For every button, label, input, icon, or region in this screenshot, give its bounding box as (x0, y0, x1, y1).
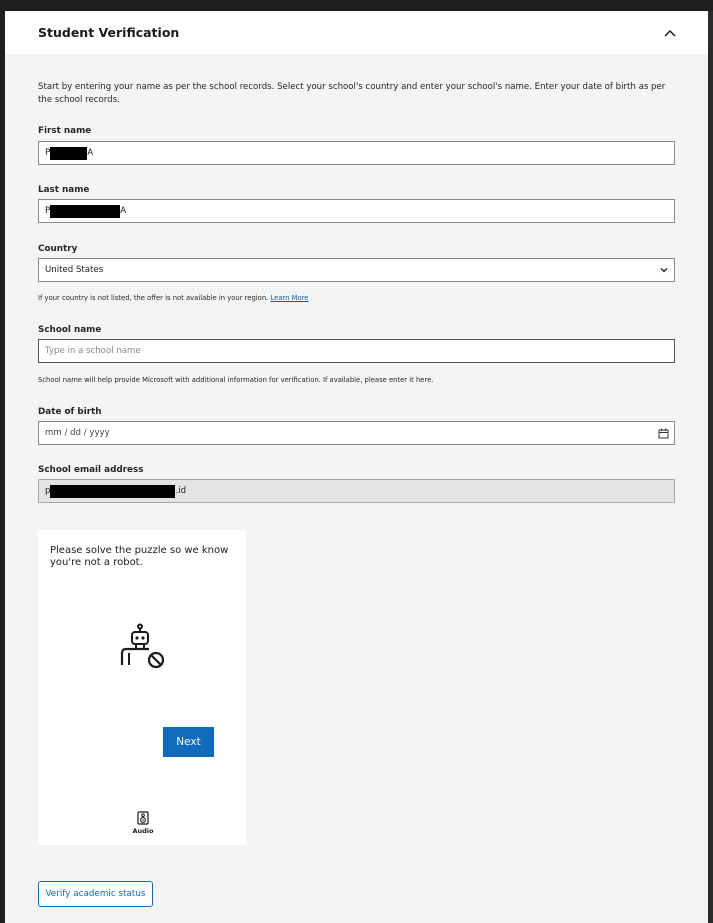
school-name-label: School name (38, 325, 102, 335)
country-label: Country (38, 244, 78, 254)
captcha-prompt: Please solve the puzzle so we know you'r… (50, 545, 229, 568)
last-name-value: PA (45, 204, 127, 218)
school-email-label: School email address (38, 465, 144, 475)
next-button[interactable]: Next (163, 727, 214, 757)
panel-header: Student Verification (5, 11, 708, 54)
dob-input[interactable]: mm / dd / yyyy (38, 421, 675, 445)
redaction-bar (50, 484, 176, 498)
calendar-icon[interactable] (658, 428, 669, 439)
captcha-panel: Please solve the puzzle so we know you'r… (38, 530, 246, 845)
last-name-field[interactable]: PA (38, 199, 675, 223)
audio-label: Audio (132, 827, 154, 835)
first-name-label: First name (38, 126, 92, 136)
window-edge (708, 11, 713, 923)
chevron-up-icon (664, 29, 676, 37)
dob-label: Date of birth (38, 407, 102, 417)
first-name-value: PA (45, 146, 94, 160)
school-email-field: p .id (38, 479, 675, 503)
country-selected-value: United States (45, 265, 104, 275)
intro-text: Start by entering your name as per the s… (38, 82, 666, 105)
redaction-bar (50, 146, 88, 160)
learn-more-link[interactable]: Learn More (270, 294, 308, 302)
audio-speaker-icon (137, 811, 149, 825)
collapse-button[interactable] (658, 23, 682, 43)
first-name-field[interactable]: PA (38, 141, 675, 165)
country-select[interactable]: United States (38, 258, 675, 282)
dob-placeholder: mm / dd / yyyy (45, 428, 110, 438)
school-email-value: p .id (45, 484, 187, 498)
chevron-down-icon (660, 268, 668, 273)
school-name-input[interactable] (38, 339, 675, 363)
last-name-label: Last name (38, 185, 90, 195)
school-name-hint: School name will help provide Microsoft … (38, 376, 434, 384)
last-name-value-end: A (120, 206, 127, 216)
country-hint-text: If your country is not listed, the offer… (38, 294, 269, 302)
student-verification-panel: Student Verification Start by entering y… (5, 11, 708, 923)
country-hint: If your country is not listed, the offer… (38, 294, 309, 302)
audio-button[interactable]: Audio (129, 811, 157, 835)
school-email-value-end: .id (175, 486, 187, 496)
first-name-value-end: A (87, 148, 94, 158)
robot-blocked-icon (120, 623, 165, 669)
panel-title: Student Verification (38, 25, 180, 40)
verify-academic-status-button[interactable]: Verify academic status (38, 881, 153, 907)
redaction-bar (50, 204, 121, 218)
